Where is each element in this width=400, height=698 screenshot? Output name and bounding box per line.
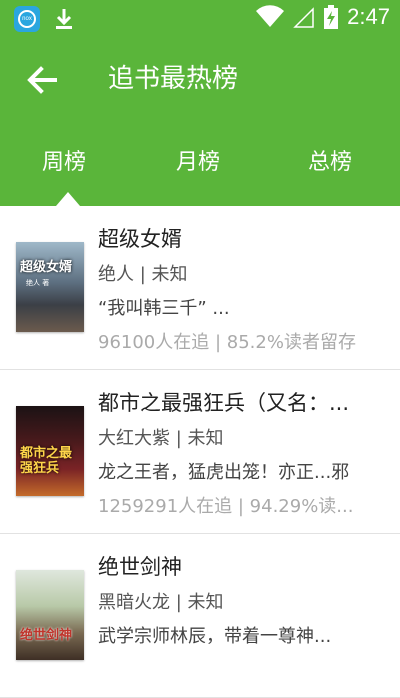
book-title: 都市之最强狂兵（又名：... <box>98 391 350 415</box>
arrow-left-icon <box>27 66 57 94</box>
book-cover: 绝世剑神 <box>16 570 84 660</box>
book-list: 超级女婿 绝人 著 超级女婿 绝人 | 未知 “我叫韩三千” ... 96100… <box>0 206 400 698</box>
tab-selected-indicator <box>56 192 80 206</box>
list-item[interactable]: 绝世剑神 绝世剑神 黑暗火龙 | 未知 武学宗师林辰，带着一尊神... <box>0 534 400 698</box>
book-title: 超级女婿 <box>98 227 182 251</box>
book-cover: 超级女婿 绝人 著 <box>16 242 84 332</box>
tab-bar: 周榜 月榜 总榜 <box>0 120 400 206</box>
list-item[interactable]: 都市之最强狂兵 都市之最强狂兵（又名：... 大红大紫 | 未知 龙之王者，猛虎… <box>0 370 400 534</box>
cell-signal-icon <box>293 7 314 28</box>
cover-author: 绝人 著 <box>26 279 50 287</box>
book-title: 绝世剑神 <box>98 555 182 579</box>
book-stats: 96100人在追 | 85.2%读者留存 <box>98 332 356 353</box>
status-bar: nox 2:47 <box>0 0 400 38</box>
battery-charging-icon <box>324 5 339 29</box>
cover-title: 超级女婿 <box>20 260 73 275</box>
status-bar-right: 2:47 <box>255 4 390 30</box>
page-title: 追书最热榜 <box>108 64 239 94</box>
download-icon <box>56 9 72 29</box>
book-author: 大红大紫 | 未知 <box>98 428 224 449</box>
tab-weekly[interactable]: 周榜 <box>42 148 86 178</box>
nox-app-icon: nox <box>14 6 40 32</box>
book-author: 黑暗火龙 | 未知 <box>98 592 224 613</box>
tab-total[interactable]: 总榜 <box>308 148 352 178</box>
cover-title: 都市之最强狂兵 <box>20 446 73 476</box>
book-stats: 1259291人在追 | 94.29%读... <box>98 496 354 517</box>
tab-monthly[interactable]: 月榜 <box>176 148 220 178</box>
book-description: “我叫韩三千” ... <box>98 298 230 319</box>
app-bar: 追书最热榜 <box>0 38 400 120</box>
book-description: 武学宗师林辰，带着一尊神... <box>98 626 332 647</box>
clock-time: 2:47 <box>347 4 390 29</box>
back-button[interactable] <box>22 60 62 100</box>
nox-icon-label: nox <box>18 10 36 28</box>
book-cover: 都市之最强狂兵 <box>16 406 84 496</box>
book-author: 绝人 | 未知 <box>98 264 188 285</box>
wifi-icon <box>256 5 285 27</box>
status-bar-left: nox <box>14 6 74 32</box>
list-item[interactable]: 超级女婿 绝人 著 超级女婿 绝人 | 未知 “我叫韩三千” ... 96100… <box>0 206 400 370</box>
book-description: 龙之王者，猛虎出笼！亦正...邪 <box>98 462 350 483</box>
cover-title: 绝世剑神 <box>20 628 73 643</box>
